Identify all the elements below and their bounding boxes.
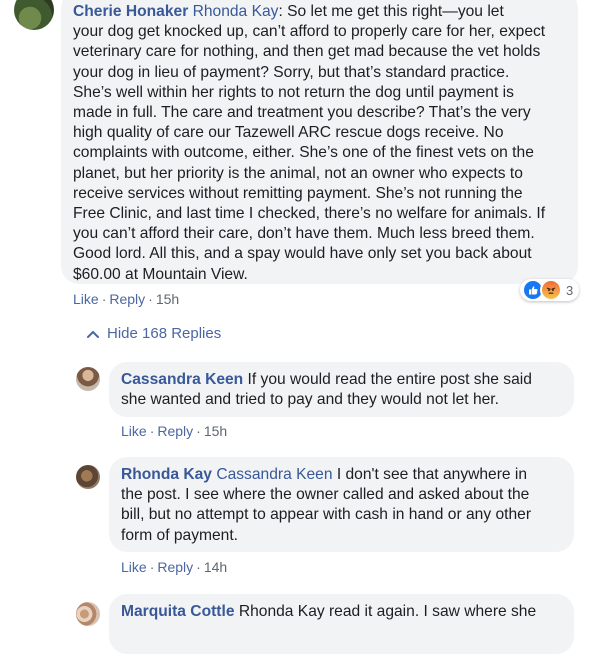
reply-timestamp[interactable]: 15h: [204, 423, 227, 439]
comment-bubble: Cherie Honaker Rhonda Kay: So let me get…: [61, 0, 578, 284]
avatar[interactable]: [14, 0, 54, 30]
comment-text-line: receive services without remitting payme…: [73, 184, 523, 202]
reply-button[interactable]: Reply: [109, 291, 145, 307]
comment-text-line: made in full. The care and treatment you…: [73, 104, 531, 122]
reactions-summary[interactable]: 3: [520, 279, 580, 301]
avatar[interactable]: [76, 602, 100, 626]
angry-icon: [540, 279, 562, 301]
reply-text-line: form of payment.: [121, 526, 238, 544]
comment-text-line: planet, but her priority is the animal, …: [73, 164, 523, 182]
reply-text-line: Rhonda Kay read it again. I saw where sh…: [234, 603, 537, 620]
reply-text-line: bill, but no attempt to appear with cash…: [121, 506, 532, 524]
reply-text-line: the post. I see where the owner called a…: [121, 486, 530, 504]
avatar[interactable]: [76, 367, 100, 391]
comment-text-line: your dog get knocked up, can’t afford to…: [73, 23, 546, 41]
reaction-count: 3: [566, 282, 574, 298]
comment-author[interactable]: Cherie Honaker: [73, 3, 188, 20]
comment-text-line: She’s well within her rights to not retu…: [73, 83, 514, 101]
comment-text-line: Good lord. All this, and a spay would ha…: [73, 245, 532, 263]
reply-actions: Like · Reply · 14h: [121, 559, 228, 575]
comment-text-line: you can’t afford their care, don’t have …: [73, 225, 535, 243]
reply-bubble: Rhonda Kay Cassandra Keen I don't see th…: [109, 457, 574, 552]
chevron-up-icon: [87, 330, 99, 338]
comment-actions: Like · Reply · 15h: [73, 291, 180, 307]
reply-text-line: If you would read the entire post she sa…: [243, 371, 532, 388]
comment-text-line: high quality of care our Tazewell ARC re…: [73, 124, 504, 142]
reply-author[interactable]: Marquita Cottle: [121, 603, 235, 620]
reply-text-line: she wanted and tried to pay and they wou…: [121, 391, 499, 409]
like-button[interactable]: Like: [73, 291, 99, 307]
comment-timestamp[interactable]: 15h: [156, 291, 179, 307]
comment-text-line: $60.00 at Mountain View.: [73, 265, 248, 283]
reply-actions: Like · Reply · 15h: [121, 423, 228, 439]
comment-text-line: Free Clinic, and last time I checked, th…: [73, 205, 546, 223]
tagged-user[interactable]: Rhonda Kay: [193, 3, 279, 20]
reply-timestamp[interactable]: 14h: [204, 559, 227, 575]
reply-author[interactable]: Cassandra Keen: [121, 371, 243, 388]
comment-text-line: veterinary care for nothing, and then ge…: [73, 43, 541, 61]
comment-text-line: your dog in lieu of payment? Sorry, but …: [73, 63, 510, 81]
hide-replies-label: Hide 168 Replies: [107, 325, 222, 342]
reply-bubble: Marquita Cottle Rhonda Kay read it again…: [109, 594, 574, 654]
like-button[interactable]: Like: [121, 423, 147, 439]
reply-text-line: I don't see that anywhere in: [332, 466, 528, 483]
reply-button[interactable]: Reply: [157, 559, 193, 575]
reply-author[interactable]: Rhonda Kay: [121, 466, 212, 483]
reply-bubble: Cassandra Keen If you would read the ent…: [109, 362, 574, 417]
comment-text-line: : So let me get this right—you let: [278, 3, 504, 20]
tagged-user[interactable]: Cassandra Keen: [216, 466, 332, 483]
reply-button[interactable]: Reply: [157, 423, 193, 439]
avatar[interactable]: [76, 465, 100, 489]
comment-text-line: complaints with outcome, either. She’s o…: [73, 144, 534, 162]
hide-replies-toggle[interactable]: Hide 168 Replies: [87, 325, 221, 342]
like-button[interactable]: Like: [121, 559, 147, 575]
